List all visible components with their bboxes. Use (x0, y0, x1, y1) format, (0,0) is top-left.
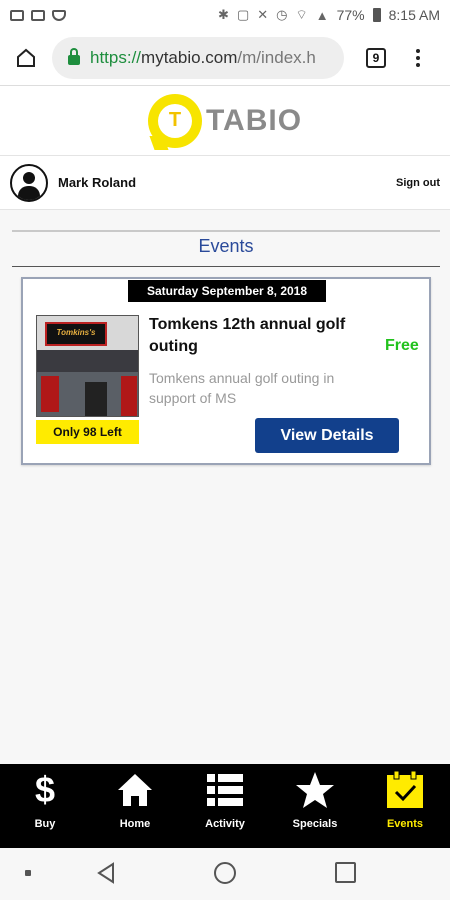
bluetooth-icon: ✱ (218, 7, 229, 22)
signal-icon: ▲ (315, 7, 329, 23)
remaining-badge: Only 98 Left (36, 420, 139, 444)
tabio-logo-icon[interactable]: T (147, 93, 202, 148)
status-bar: ✱ ▢ ✕ ◷ ⌔ ▲ 77% 8:15 AM (0, 0, 450, 30)
list-icon (205, 770, 245, 810)
tab-home[interactable]: Home (90, 764, 180, 848)
divider (12, 230, 440, 232)
home-outline-icon (17, 48, 35, 67)
event-name[interactable]: Tomkens 12th annual golf outing (149, 314, 369, 358)
alarm-icon: ◷ (276, 7, 288, 22)
tab-specials[interactable]: Specials (270, 764, 360, 848)
battery-percent: 77% (336, 7, 365, 23)
dollar-icon: $ (34, 769, 56, 810)
recent-apps-icon[interactable] (335, 862, 356, 883)
url-text: https://mytabio.com/m/index.h (90, 47, 316, 67)
event-card[interactable]: Saturday September 8, 2018 Tomkins's Onl… (21, 277, 431, 465)
star-icon (295, 770, 335, 810)
sign-out-link[interactable]: Sign out (396, 177, 440, 189)
event-price: Free (385, 337, 419, 354)
mute-icon: ✕ (257, 7, 269, 22)
tab-label: Buy (34, 818, 56, 830)
back-icon[interactable] (95, 862, 117, 884)
home-icon (115, 770, 155, 810)
event-description: Tomkens annual golf outing in support of… (149, 370, 335, 406)
site-header: T TABIO (0, 86, 450, 156)
clock: 8:15 AM (388, 7, 440, 23)
user-name: Mark Roland (58, 175, 137, 190)
calendar-check-icon (385, 770, 425, 810)
lock-icon (68, 48, 80, 65)
tab-label: Activity (205, 818, 245, 830)
event-image[interactable]: Tomkins's (36, 315, 139, 417)
system-nav-bar (0, 848, 450, 900)
event-image-sign: Tomkins's (45, 322, 107, 346)
battery-icon (372, 8, 381, 22)
email-icon (10, 9, 24, 21)
tab-activity[interactable]: Activity (180, 764, 270, 848)
tab-label: Specials (292, 818, 338, 830)
nav-dot-icon (25, 870, 31, 876)
tab-buy[interactable]: $ Buy (0, 764, 90, 848)
browser-home-button[interactable] (0, 47, 52, 69)
avatar[interactable] (10, 163, 48, 202)
image-icon (31, 9, 45, 21)
notification-icons (10, 9, 66, 21)
browser-toolbar: https://mytabio.com/m/index.h 9 (0, 30, 450, 86)
wifi-icon: ⌔ (295, 7, 308, 22)
bottom-tab-bar: $ Buy Home Activity Specials Events (0, 764, 450, 848)
shield-icon (52, 9, 66, 21)
tab-label: Events (386, 818, 424, 830)
event-date: Saturday September 8, 2018 (128, 280, 326, 302)
nfc-icon: ▢ (236, 7, 250, 22)
home-circle-icon[interactable] (214, 862, 236, 884)
page-title: Events (198, 236, 254, 256)
tab-label: Home (119, 818, 151, 830)
user-bar: Mark Roland Sign out (0, 156, 450, 210)
divider (12, 266, 440, 267)
address-bar[interactable]: https://mytabio.com/m/index.h (52, 36, 344, 79)
logo-text: TABIO (205, 103, 303, 137)
tab-events[interactable]: Events (360, 764, 450, 848)
browser-menu-icon[interactable] (416, 48, 420, 67)
tab-switcher-button[interactable]: 9 (366, 47, 386, 68)
view-details-button[interactable]: View Details (255, 418, 399, 453)
